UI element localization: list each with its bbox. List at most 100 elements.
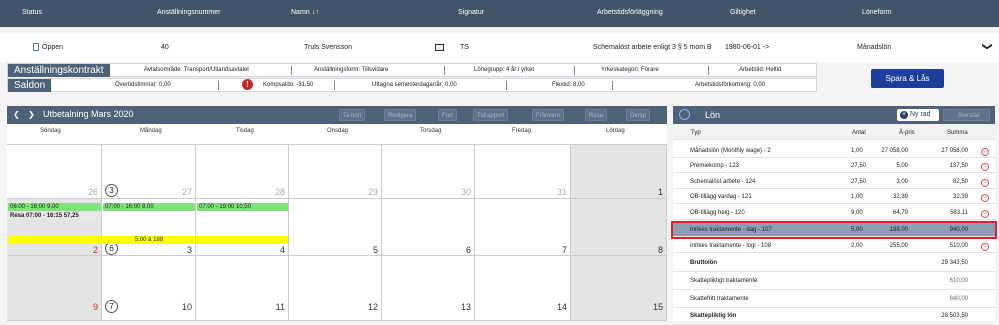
col-quantity: Antal: [852, 130, 866, 136]
week-number: 7: [105, 300, 118, 313]
day-cell[interactable]: 14: [475, 256, 571, 321]
employee-status: Öppen: [42, 44, 64, 51]
day-cell[interactable]: 26: [7, 145, 102, 199]
day-number: 26: [87, 187, 98, 197]
sort-icon[interactable]: ↓↑: [312, 9, 319, 16]
next-month-icon[interactable]: ❯: [28, 110, 35, 119]
day-cell[interactable]: 7 10: [102, 256, 196, 321]
col-schedule[interactable]: Arbetstidsförläggning: [597, 9, 663, 16]
col-name[interactable]: Namn: [291, 9, 310, 16]
col-salary-form[interactable]: Löneform: [862, 9, 892, 16]
remove-row-icon[interactable]: −: [981, 163, 989, 171]
shift-event[interactable]: 07:00 - 19:00 10,50: [197, 203, 288, 211]
weekday-saturday: Lördag: [606, 128, 625, 134]
weekday-sunday: Söndag: [40, 128, 61, 134]
day-cell[interactable]: 1: [571, 145, 667, 199]
summary-value: 610,00: [949, 278, 968, 284]
employee-validity: 1980-06-01 ->: [725, 44, 770, 51]
salary-unit-price: 32,39: [892, 194, 908, 200]
timesheet-button[interactable]: Tidrapport: [473, 109, 509, 121]
shift-event[interactable]: 07:00 - 16:00 8,00: [103, 203, 195, 211]
delete-button[interactable]: Ta bort: [339, 109, 366, 121]
salary-type: Schemalöst arbete - 124: [690, 179, 756, 185]
vacation-balance: Uttagna semesterdagar/år: 0,00: [372, 82, 457, 88]
col-validity[interactable]: Giltighet: [730, 9, 756, 16]
salary-sum: 510,00: [949, 243, 968, 249]
day-cell[interactable]: 12: [289, 256, 382, 321]
salary-sum: 137,50: [949, 163, 968, 169]
employee-row[interactable]: Öppen 40 Truls Svensson TS Schemalöst ar…: [0, 34, 999, 62]
salary-row[interactable]: Premiekomp - 123 27,50 5,00 137,50 −: [673, 159, 995, 173]
travel-event[interactable]: Resa 07:00 - 16:15 57,25: [8, 212, 101, 220]
day-cell[interactable]: 7: [475, 199, 571, 256]
day-number: 2: [92, 245, 98, 255]
summary-row: Skattepliktigt traktamente 610,00: [673, 273, 995, 290]
day-cell[interactable]: 28: [196, 145, 289, 199]
remove-row-icon[interactable]: −: [981, 148, 989, 156]
day-cell[interactable]: 30: [382, 145, 475, 199]
col-status[interactable]: Status: [22, 9, 42, 16]
save-lock-button[interactable]: Spara & Lås: [871, 69, 944, 88]
day-cell[interactable]: 29: [289, 145, 382, 199]
salary-type: OB-tillägg helg - 120: [690, 210, 745, 216]
day-cell[interactable]: 9: [7, 256, 102, 321]
day-cell[interactable]: 6: [382, 199, 475, 256]
salary-header: Lön + Ny rad Återställ: [673, 106, 995, 124]
absence-button[interactable]: Frånvaro: [532, 109, 565, 121]
overtime-balance: Övertidstimmar: 0,00: [115, 82, 171, 88]
day-number: 10: [181, 302, 192, 312]
plus-icon: +: [900, 111, 908, 119]
summary-label: Skattepliktigt traktamente: [690, 278, 758, 284]
shift-event[interactable]: 06:00 - 16:00 9,00: [8, 203, 101, 211]
col-employee-number[interactable]: Anställningsnummer: [157, 9, 220, 16]
remove-row-icon[interactable]: −: [981, 179, 989, 187]
port-button[interactable]: Fort: [438, 109, 457, 121]
remove-row-icon[interactable]: −: [981, 194, 989, 202]
day-cell[interactable]: 8: [571, 199, 667, 256]
day-number: 15: [652, 302, 663, 312]
travel-button[interactable]: Resa: [585, 109, 608, 121]
new-row-button[interactable]: + Ny rad: [897, 109, 939, 121]
employee-number: 40: [161, 44, 169, 51]
col-type: Typ: [691, 130, 701, 136]
salary-row[interactable]: Inrikes traktamente - logi - 108 2,00 255,…: [673, 239, 995, 253]
col-signature[interactable]: Signatur: [458, 9, 484, 16]
day-number: 12: [367, 302, 378, 312]
salary-quantity: 5,00: [851, 227, 863, 233]
balances-label: Saldon: [8, 79, 52, 92]
day-cell[interactable]: 3 27: [102, 145, 196, 199]
salary-row[interactable]: OB-tillägg vardag - 121 1,00 32,39 32,39 −: [673, 190, 995, 204]
employee-signature: TS: [460, 44, 469, 51]
edit-button[interactable]: Redigera: [384, 109, 417, 121]
other-button[interactable]: Övrigt: [626, 109, 651, 121]
salary-type: Premiekomp - 123: [690, 163, 740, 169]
divider: [291, 66, 292, 75]
day-cell[interactable]: 11: [196, 256, 289, 321]
salary-unit-price: 3,00: [896, 179, 908, 185]
list-header: Status Anställningsnummer Namn ↓↑ Signat…: [0, 0, 999, 27]
calendar-title: Utbetalning Mars 2020: [43, 109, 134, 119]
prev-month-icon[interactable]: ❮: [13, 110, 20, 119]
salary-sum: 32,39: [952, 194, 968, 200]
day-cell[interactable]: 13: [382, 256, 475, 321]
salary-row[interactable]: Inrikes traktamente - dag - 107 5,00 188,0…: [671, 221, 997, 239]
day-cell[interactable]: 31: [475, 145, 571, 199]
remove-row-icon[interactable]: −: [981, 243, 989, 251]
day-cell[interactable]: 5: [289, 199, 382, 256]
balances-bar: Saldon Övertidstimmar: 0,00 ! Kompsaldo:…: [7, 78, 817, 92]
new-row-label: Ny rad: [909, 111, 931, 118]
summary-value: 29 343,50: [941, 260, 968, 266]
summary-label: Skattepliktig lön: [690, 313, 737, 319]
employee-schedule: Schemalöst arbete enligt 3 § 5 mom B: [593, 44, 712, 51]
allowance-event[interactable]: 5,00 à 188: [8, 236, 288, 244]
chevron-down-icon[interactable]: ❯: [982, 42, 993, 50]
salary-row[interactable]: Månadslön (Monthly wage) - 2 1,00 27 058,0…: [673, 144, 995, 158]
contract-job-category: Yrkeskategori: Förare: [601, 67, 659, 73]
remove-row-icon[interactable]: −: [981, 210, 989, 218]
col-unit-price: À-pris: [899, 130, 915, 136]
summary-value: 840,00: [949, 296, 968, 302]
day-cell[interactable]: 15: [571, 256, 667, 321]
salary-row[interactable]: Schemalöst arbete - 124 27,50 3,00 82,50 −: [673, 175, 995, 189]
restore-button[interactable]: Återställ: [943, 109, 990, 121]
salary-row[interactable]: OB-tillägg helg - 120 9,00 64,79 583,11 −: [673, 206, 995, 220]
